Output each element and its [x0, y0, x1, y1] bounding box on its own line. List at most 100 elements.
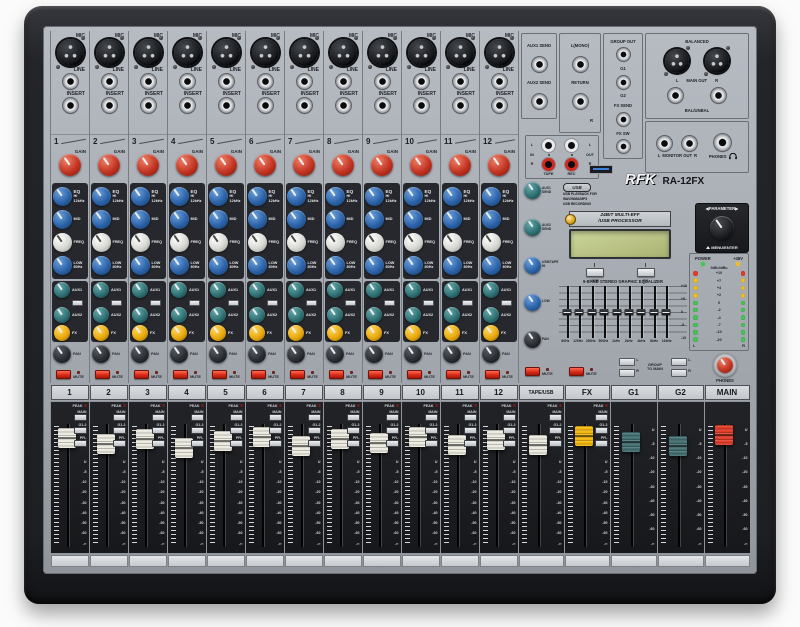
- eq-mid-freq-knob[interactable]: [53, 233, 72, 252]
- balanced-xlr-right[interactable]: [705, 49, 729, 73]
- mic-xlr-input[interactable]: [174, 39, 201, 66]
- mic-xlr-input[interactable]: [486, 39, 513, 66]
- fx-send-knob[interactable]: [210, 325, 226, 341]
- pfl-button[interactable]: [464, 440, 477, 447]
- fx-send-knob[interactable]: [483, 325, 499, 341]
- pfl-button[interactable]: [347, 440, 360, 447]
- phones-jack[interactable]: [714, 134, 731, 151]
- pan-knob[interactable]: [326, 345, 344, 363]
- fx-send-knob[interactable]: [327, 325, 343, 341]
- main-assign-button[interactable]: [464, 414, 477, 421]
- eq-hi-knob[interactable]: [443, 187, 462, 206]
- eq-low-knob[interactable]: [443, 256, 462, 275]
- pfl-button[interactable]: [503, 440, 516, 447]
- line-input-jack[interactable]: [219, 74, 234, 89]
- gain-knob[interactable]: [137, 154, 159, 176]
- monitor-out-l-jack[interactable]: [657, 136, 672, 151]
- aux2-knob[interactable]: [171, 307, 187, 323]
- group1-to-main-l-button[interactable]: [619, 358, 635, 366]
- eq-mid-knob[interactable]: [443, 210, 462, 229]
- pfl-button[interactable]: [74, 440, 87, 447]
- mute-button[interactable]: [212, 370, 227, 379]
- pan-knob[interactable]: [365, 345, 383, 363]
- gain-knob[interactable]: [254, 154, 276, 176]
- tape-usb-knob-1[interactable]: [524, 182, 541, 199]
- mute-button[interactable]: [95, 370, 110, 379]
- pfl-button[interactable]: [113, 440, 126, 447]
- mic-xlr-input[interactable]: [447, 39, 474, 66]
- fader-handle[interactable]: [669, 436, 687, 456]
- main-assign-button[interactable]: [549, 414, 562, 421]
- insert-jack[interactable]: [102, 98, 117, 113]
- gain-knob[interactable]: [59, 154, 81, 176]
- aux1-knob[interactable]: [327, 282, 343, 298]
- mute-button[interactable]: [329, 370, 344, 379]
- main-assign-button[interactable]: [308, 414, 321, 421]
- pfl-button[interactable]: [152, 440, 165, 447]
- aux2-pre-post-button[interactable]: [189, 300, 200, 306]
- line-input-jack[interactable]: [375, 74, 390, 89]
- aux2-pre-post-button[interactable]: [423, 300, 434, 306]
- pan-knob[interactable]: [170, 345, 188, 363]
- eq-mid-knob[interactable]: [326, 210, 345, 229]
- tape-usb-mute-button[interactable]: [525, 367, 540, 376]
- eq-mid-freq-knob[interactable]: [365, 233, 384, 252]
- pfl-button[interactable]: [595, 440, 608, 447]
- gain-knob[interactable]: [371, 154, 393, 176]
- eq-low-knob[interactable]: [248, 256, 267, 275]
- line-input-jack[interactable]: [453, 74, 468, 89]
- eq-low-knob[interactable]: [365, 256, 384, 275]
- insert-jack[interactable]: [219, 98, 234, 113]
- fx-send-knob[interactable]: [444, 325, 460, 341]
- gain-knob[interactable]: [98, 154, 120, 176]
- tape-usb-knob-2[interactable]: [524, 219, 541, 236]
- aux2-pre-post-button[interactable]: [306, 300, 317, 306]
- eq-mid-knob[interactable]: [482, 210, 501, 229]
- group-assign-button[interactable]: [503, 427, 516, 434]
- eq-low-knob[interactable]: [326, 256, 345, 275]
- mute-button[interactable]: [407, 370, 422, 379]
- geq-slider[interactable]: [649, 309, 658, 315]
- aux2-knob[interactable]: [54, 307, 70, 323]
- main-assign-button[interactable]: [269, 414, 282, 421]
- aux1-knob[interactable]: [249, 282, 265, 298]
- pan-knob[interactable]: [482, 345, 500, 363]
- eq-mid-freq-knob[interactable]: [248, 233, 267, 252]
- line-input-jack[interactable]: [297, 74, 312, 89]
- eq-low-knob[interactable]: [482, 256, 501, 275]
- mute-button[interactable]: [368, 370, 383, 379]
- eq-hi-knob[interactable]: [131, 187, 150, 206]
- eq-mid-freq-knob[interactable]: [443, 233, 462, 252]
- aux2-knob[interactable]: [288, 307, 304, 323]
- eq-low-knob[interactable]: [92, 256, 111, 275]
- aux1-knob[interactable]: [54, 282, 70, 298]
- main-assign-button[interactable]: [347, 414, 360, 421]
- aux2-knob[interactable]: [405, 307, 421, 323]
- insert-jack[interactable]: [297, 98, 312, 113]
- geq-slider[interactable]: [575, 309, 584, 315]
- group-assign-button[interactable]: [191, 427, 204, 434]
- main-out-l-jack[interactable]: [668, 88, 683, 103]
- pfl-button[interactable]: [269, 440, 282, 447]
- geq-slider[interactable]: [612, 309, 621, 315]
- group-assign-button[interactable]: [113, 427, 126, 434]
- aux2-pre-post-button[interactable]: [345, 300, 356, 306]
- aux1-knob[interactable]: [483, 282, 499, 298]
- mute-button[interactable]: [173, 370, 188, 379]
- gain-knob[interactable]: [293, 154, 315, 176]
- phones-level-knob[interactable]: [717, 357, 733, 373]
- eq-low-knob[interactable]: [53, 256, 72, 275]
- pfl-button[interactable]: [549, 440, 562, 447]
- pan-knob[interactable]: [443, 345, 461, 363]
- aux2-pre-post-button[interactable]: [111, 300, 122, 306]
- group-assign-button[interactable]: [74, 427, 87, 434]
- group-assign-button[interactable]: [595, 427, 608, 434]
- group-assign-button[interactable]: [269, 427, 282, 434]
- aux1-knob[interactable]: [405, 282, 421, 298]
- aux2-pre-post-button[interactable]: [72, 300, 83, 306]
- eq-hi-knob[interactable]: [326, 187, 345, 206]
- fx-send-knob[interactable]: [93, 325, 109, 341]
- eq-mid-freq-knob[interactable]: [209, 233, 228, 252]
- mic-xlr-input[interactable]: [252, 39, 279, 66]
- mute-button[interactable]: [56, 370, 71, 379]
